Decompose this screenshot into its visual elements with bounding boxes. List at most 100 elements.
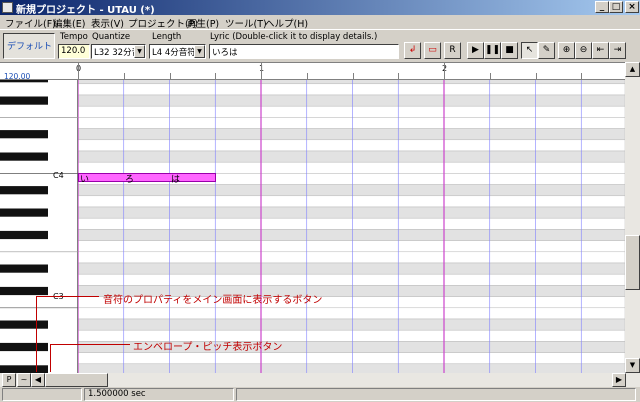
scroll-left-icon[interactable]: ◀ bbox=[31, 373, 45, 387]
annotation-leader bbox=[50, 344, 51, 372]
insert-note-icon[interactable]: ↲ bbox=[404, 42, 421, 59]
select-cursor-icon[interactable]: ↖ bbox=[521, 42, 538, 59]
horizontal-thumb[interactable] bbox=[45, 373, 108, 387]
go-to-end-icon[interactable]: ⇥ bbox=[609, 42, 626, 59]
annotation-leader bbox=[50, 344, 130, 345]
grid-row bbox=[77, 240, 625, 253]
scroll-right-icon[interactable]: ▶ bbox=[612, 373, 626, 387]
black-key bbox=[0, 96, 48, 105]
black-key bbox=[0, 130, 48, 139]
play-icon[interactable]: ▶ bbox=[467, 42, 484, 59]
pencil-icon[interactable]: ✎ bbox=[538, 42, 555, 59]
voicebank-button[interactable]: デフォルト bbox=[3, 33, 55, 59]
grid-row bbox=[77, 128, 625, 141]
length-value: L4 4分音符 bbox=[152, 48, 196, 58]
note-lyric: は bbox=[171, 175, 181, 185]
stop-icon[interactable]: ■ bbox=[501, 42, 518, 59]
grid-row bbox=[77, 80, 625, 85]
status-cell-empty bbox=[236, 388, 636, 401]
grid-row bbox=[77, 83, 625, 96]
length-select[interactable]: L4 4分音符 ▼ bbox=[149, 44, 206, 59]
title-bar: 新規プロジェクト - UTAU (*) _ □ × bbox=[0, 0, 640, 16]
render-icon[interactable]: R bbox=[444, 42, 461, 59]
note-grid[interactable] bbox=[77, 80, 625, 373]
black-key bbox=[0, 152, 48, 161]
vertical-scrollbar[interactable]: ▲ ▼ bbox=[625, 62, 640, 373]
annotation-leader bbox=[36, 296, 99, 297]
grid-row bbox=[77, 161, 625, 174]
black-key bbox=[0, 230, 48, 240]
grid-row bbox=[77, 273, 625, 286]
zoom-in-icon[interactable]: ⊕ bbox=[558, 42, 575, 59]
grid-row bbox=[77, 363, 625, 373]
menu-view[interactable]: 表示(V) bbox=[91, 16, 124, 30]
menu-play[interactable]: 再生(P) bbox=[187, 16, 219, 30]
voicebank-label: デフォルト bbox=[7, 42, 53, 52]
grid-row bbox=[77, 94, 625, 107]
chevron-down-icon: ▼ bbox=[134, 45, 145, 58]
grid-row bbox=[77, 352, 625, 365]
toolbar: デフォルト Tempo 120.0 Quantize L32 32分音 ▼ Le… bbox=[0, 29, 640, 62]
grid-row bbox=[77, 262, 625, 275]
note-block[interactable]: い ろ は bbox=[78, 173, 216, 185]
piano-keys bbox=[0, 80, 78, 373]
grid-row bbox=[77, 117, 625, 129]
scroll-down-icon[interactable]: ▼ bbox=[625, 358, 640, 373]
envelope-pitch-button[interactable]: ~ bbox=[17, 373, 31, 387]
status-time: 1.500000 sec bbox=[84, 388, 234, 401]
delete-note-icon[interactable]: ▭ bbox=[424, 42, 441, 59]
menu-tools[interactable]: ツール(T) bbox=[225, 16, 267, 30]
ruler-tick bbox=[306, 73, 308, 80]
ruler-tick bbox=[489, 73, 491, 80]
ruler-tick bbox=[398, 73, 400, 80]
ruler-tick bbox=[169, 73, 171, 80]
chevron-down-icon: ▼ bbox=[194, 45, 205, 58]
ruler-tick bbox=[535, 73, 537, 80]
grid-row bbox=[77, 217, 625, 230]
menu-edit[interactable]: 編集(E) bbox=[53, 16, 85, 30]
lyric-label: Lyric (Double-click it to display detail… bbox=[210, 32, 378, 42]
menu-bar: ファイル(F) 編集(E) 表示(V) プロジェクト(P) 再生(P) ツール(… bbox=[0, 15, 640, 30]
go-to-start-icon[interactable]: ⇤ bbox=[592, 42, 609, 59]
status-bar: 1.500000 sec bbox=[0, 387, 640, 402]
black-key bbox=[0, 365, 48, 373]
note-properties-button[interactable]: P bbox=[2, 373, 16, 387]
menu-file[interactable]: ファイル(F) bbox=[5, 16, 56, 30]
maximize-button[interactable]: □ bbox=[609, 1, 623, 13]
black-key bbox=[0, 320, 48, 329]
pause-icon[interactable]: ❚❚ bbox=[484, 42, 501, 59]
length-label: Length bbox=[152, 32, 182, 42]
ruler-tick bbox=[581, 73, 583, 80]
ruler-tick bbox=[123, 73, 125, 80]
grid-lines bbox=[77, 80, 625, 373]
octave-label-c4: C4 bbox=[53, 171, 64, 180]
close-button[interactable]: × bbox=[625, 1, 639, 13]
black-key bbox=[0, 264, 48, 273]
annotation-envelope: エンベロープ・ピッチ表示ボタン bbox=[133, 342, 283, 353]
ruler-tick bbox=[352, 73, 354, 80]
zoom-out-icon[interactable]: ⊖ bbox=[575, 42, 592, 59]
horizontal-scrollbar[interactable]: P ~ ◀ ▶ bbox=[0, 373, 640, 387]
grid-row bbox=[77, 318, 625, 331]
grid-row bbox=[77, 251, 625, 264]
measure-ruler[interactable]: 120.00 0 1 2 bbox=[0, 62, 625, 81]
tempo-input[interactable]: 120.0 bbox=[58, 44, 90, 59]
menu-help[interactable]: ヘルプ(H) bbox=[265, 16, 308, 30]
piano-keyboard[interactable] bbox=[0, 80, 78, 373]
lyric-input[interactable]: いろは bbox=[209, 44, 399, 59]
note-lyric: い bbox=[80, 175, 90, 185]
grid-row bbox=[77, 139, 625, 152]
quantize-select[interactable]: L32 32分音 ▼ bbox=[91, 44, 146, 59]
grid-row bbox=[77, 105, 625, 118]
scroll-up-icon[interactable]: ▲ bbox=[625, 62, 640, 77]
annotation-properties: 音符のプロパティをメイン画面に表示するボタン bbox=[103, 295, 323, 306]
piano-roll[interactable]: C4 C3 い ろ は 音符のプロパティをメイン画面に表示するボタン エンベロー… bbox=[0, 80, 625, 373]
ruler-tick bbox=[78, 63, 79, 80]
tempo-label: Tempo bbox=[60, 32, 88, 42]
quantize-label: Quantize bbox=[92, 32, 131, 42]
grid-row bbox=[77, 195, 625, 208]
scroll-thumb[interactable] bbox=[625, 235, 640, 290]
minimize-button[interactable]: _ bbox=[595, 1, 609, 13]
grid-row bbox=[77, 206, 625, 219]
status-cell-empty bbox=[2, 388, 82, 401]
